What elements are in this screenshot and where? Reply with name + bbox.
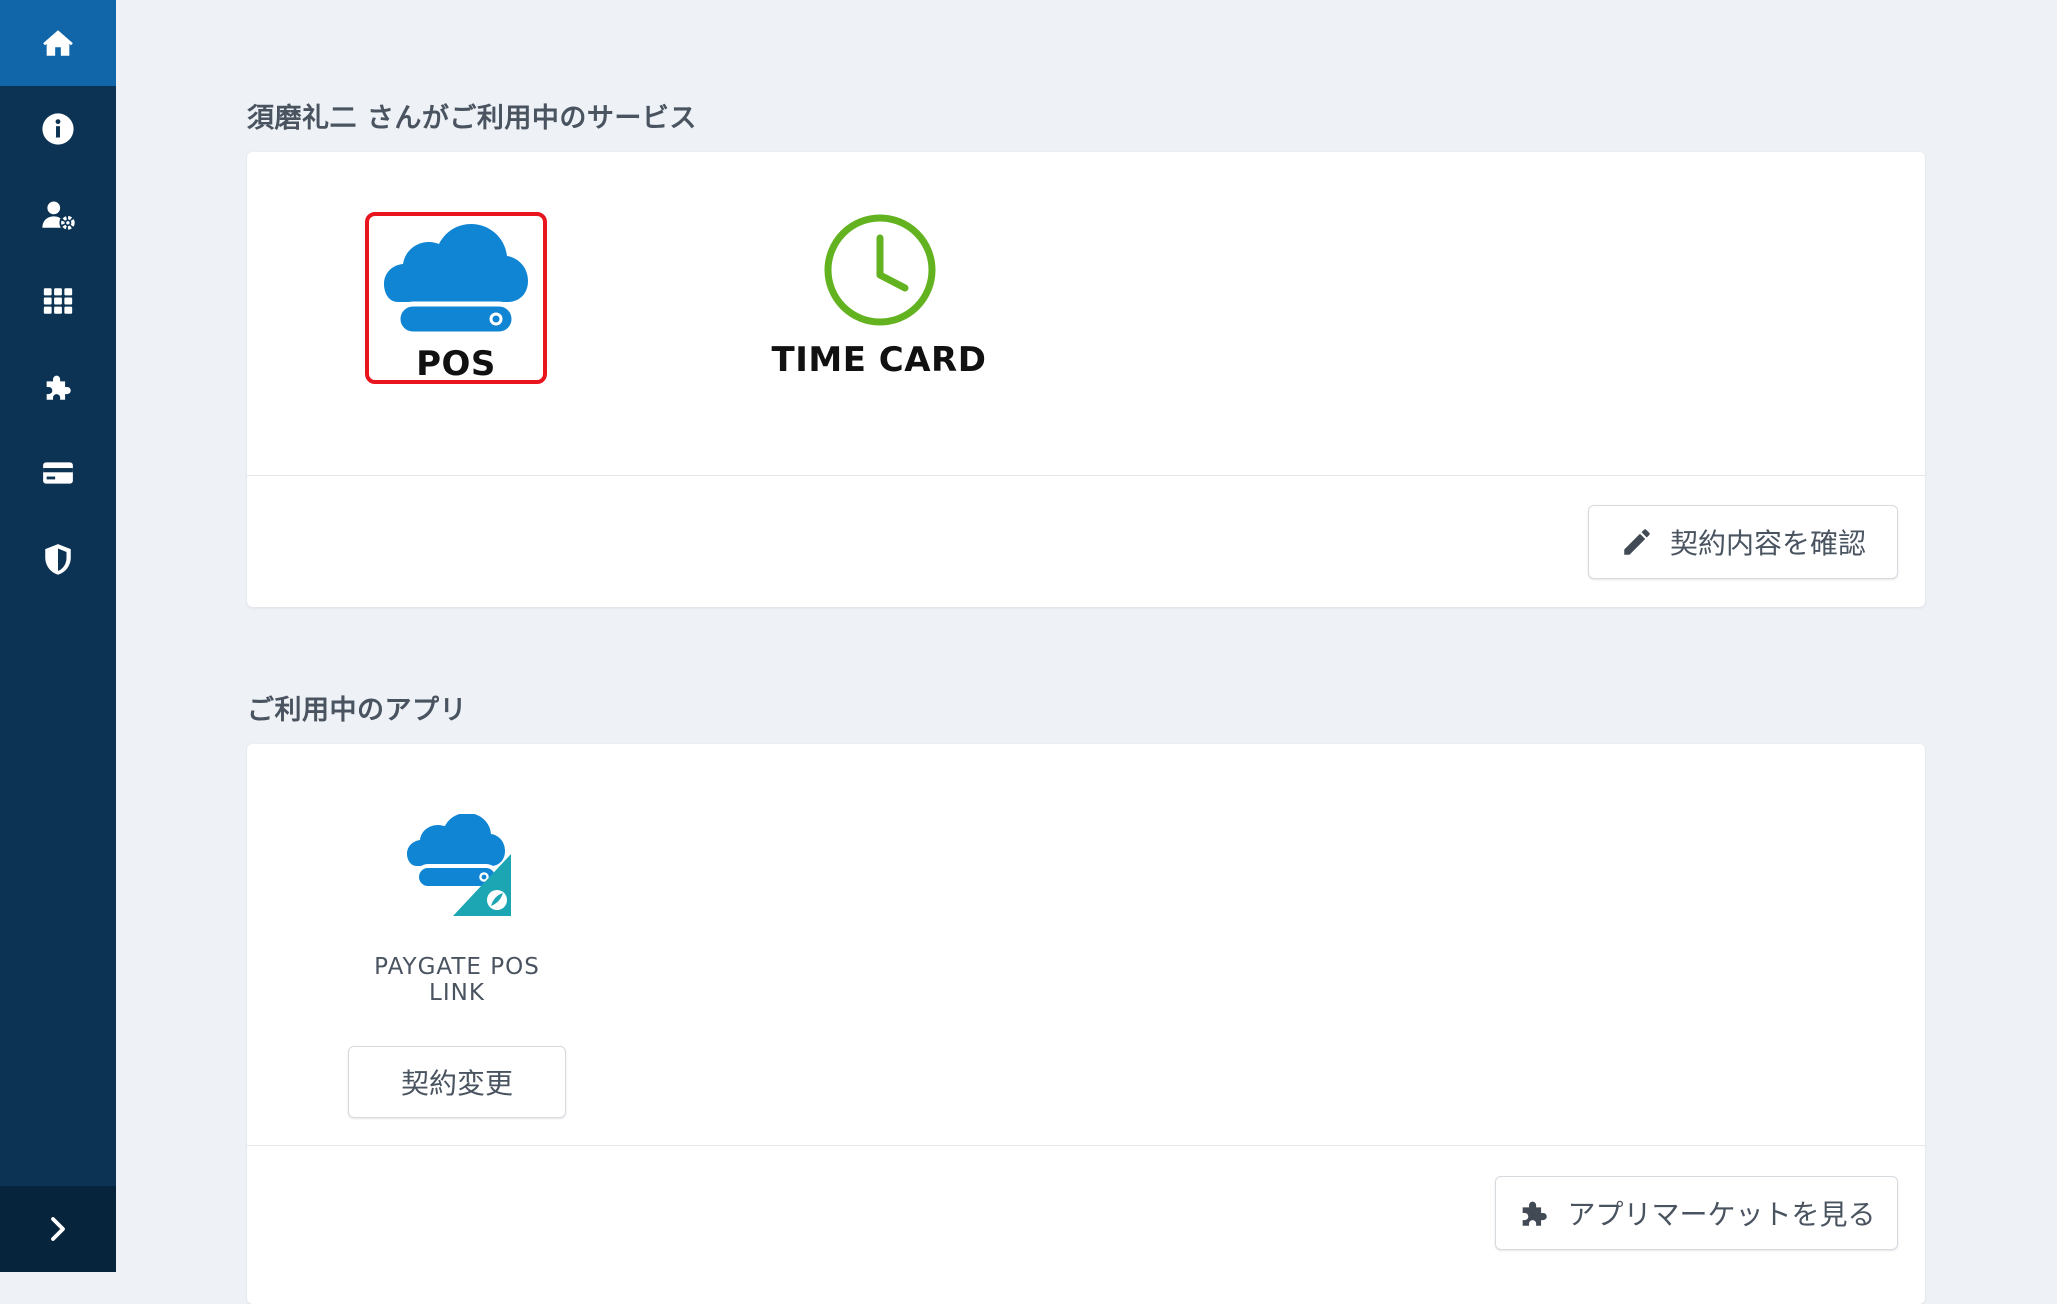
credit-card-icon [43,462,73,484]
services-divider [247,475,1925,476]
view-contract-button[interactable]: 契約内容を確認 [1588,505,1898,579]
pos-cloud-icon [384,224,528,336]
sidebar-item-billing[interactable] [0,430,116,516]
sidebar-item-home[interactable] [0,0,116,86]
app-paygate-pos-link-label: PAYGATE POS LINK [374,954,540,1006]
app-paygate-pos-link[interactable]: PAYGATE POS LINK [347,814,567,1006]
view-app-market-label: アプリマーケットを見る [1567,1198,1876,1231]
service-timecard[interactable]: TIME CARD [759,212,999,384]
puzzle-icon [46,375,71,400]
change-contract-label: 契約変更 [400,1067,513,1100]
user-settings-icon [42,201,75,230]
sidebar-item-info[interactable] [0,86,116,172]
sidebar-item-security[interactable] [0,516,116,602]
chevron-right-icon [51,1217,65,1241]
apps-grid-icon [43,288,73,314]
service-timecard-label: TIME CARD [771,340,987,380]
puzzle-icon [1523,1201,1548,1226]
sidebar-expand-button[interactable] [0,1186,116,1272]
services-section-title: 須磨礼二 さんがご利用中のサービス [247,103,697,134]
service-pos-label: POS [416,344,496,384]
info-icon [42,113,74,145]
sidebar-item-app-market[interactable] [0,344,116,430]
services-card: POS TIME CARD 契約内容を確認 [247,152,1925,607]
apps-divider [247,1145,1925,1146]
apps-section-title: ご利用中のアプリ [247,695,467,726]
sidebar-item-account-settings[interactable] [0,172,116,258]
view-app-market-button[interactable]: アプリマーケットを見る [1495,1176,1898,1250]
clock-icon [824,214,936,326]
apps-card: PAYGATE POS LINK 契約変更 アプリマーケットを見る [247,744,1925,1304]
pencil-icon [1624,529,1650,555]
shield-icon [45,544,71,575]
sidebar [0,0,116,1272]
change-contract-button[interactable]: 契約変更 [348,1046,566,1118]
paygate-pos-link-icon [407,814,511,916]
sidebar-item-apps[interactable] [0,258,116,344]
service-pos[interactable]: POS [365,212,547,384]
home-icon [43,30,73,56]
view-contract-label: 契約内容を確認 [1669,527,1866,560]
